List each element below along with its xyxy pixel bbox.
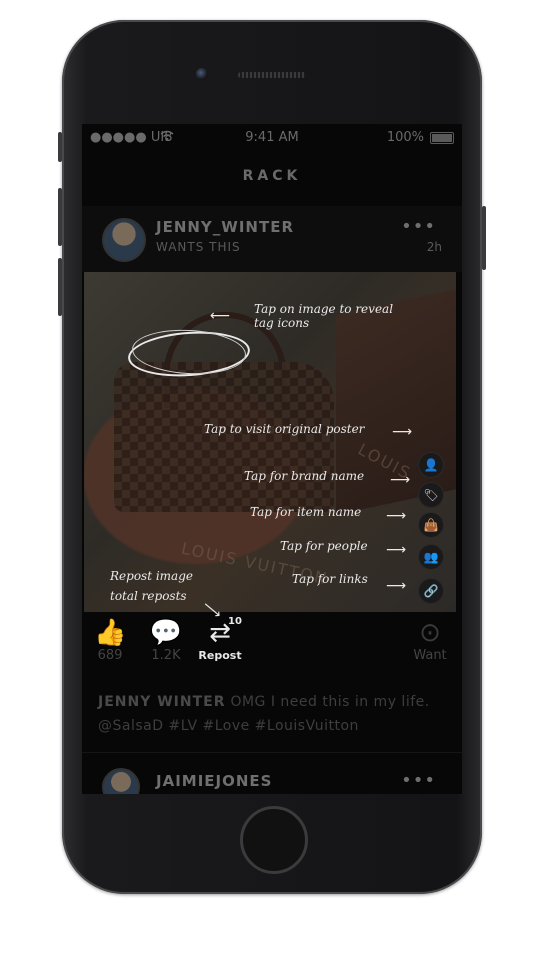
- user-tag-icon[interactable]: 👤: [418, 452, 444, 478]
- people-tag-icon[interactable]: 👥: [418, 544, 444, 570]
- more-options-icon[interactable]: •••: [401, 770, 436, 791]
- hint-brand-name: Tap for brand name: [244, 469, 365, 483]
- page-title: RACK: [242, 168, 302, 184]
- hint-people: Tap for people: [280, 539, 368, 553]
- comment-button[interactable]: 💬 1.2K: [146, 618, 186, 663]
- avatar[interactable]: [102, 768, 140, 794]
- arrow-icon: ⟶: [390, 472, 411, 488]
- battery-percent: 100%: [386, 130, 424, 145]
- avatar[interactable]: [102, 218, 146, 262]
- post-subtitle: WANTS THIS: [156, 240, 241, 254]
- arrow-icon: ⟶: [392, 424, 413, 440]
- item-tag-icon[interactable]: 👜: [418, 512, 444, 538]
- want-button[interactable]: ⊙ Want: [408, 618, 452, 663]
- like-count: 689: [97, 648, 123, 663]
- photo-bag-pattern: [114, 362, 334, 512]
- hint-reveal-tags: Tap on image to reveal tag icons: [254, 302, 394, 330]
- comment-count: 1.2K: [151, 648, 181, 663]
- arrow-icon: ⟵: [210, 308, 231, 324]
- app-screen: ●●●●● UI8 9:41 AM 100% RACK JENNY_WINTER…: [82, 124, 462, 794]
- front-camera: [196, 68, 208, 80]
- thumbs-up-icon: 👍: [94, 618, 127, 648]
- post-time: 2h: [426, 240, 442, 254]
- post-header: JENNY_WINTER WANTS THIS ••• 2h: [82, 206, 462, 272]
- speaker-grille: [238, 72, 306, 78]
- hint-repost: Repost image total reposts: [110, 569, 193, 603]
- more-options-icon[interactable]: •••: [401, 216, 436, 237]
- repost-label: Repost: [198, 649, 242, 662]
- post-caption: JENNY WINTER OMG I need this in my life.…: [98, 690, 446, 738]
- battery-icon: [430, 132, 454, 144]
- next-post-header: JAIMIEJONES •••: [82, 764, 462, 794]
- arrow-icon: ⟶: [386, 508, 407, 524]
- link-tag-icon[interactable]: 🔗: [418, 578, 444, 604]
- arrow-icon: ⟶: [386, 542, 407, 558]
- want-label: Want: [413, 648, 447, 663]
- post-divider: [82, 752, 462, 753]
- power-button: [482, 206, 486, 270]
- brand-tag-icon[interactable]: 🏷: [418, 482, 444, 508]
- post-photo[interactable]: LOUIS VUITTON LOUIS ⟵ Tap on image to re…: [84, 272, 456, 623]
- next-post-username[interactable]: JAIMIEJONES: [156, 772, 272, 790]
- volume-up-button: [58, 188, 62, 246]
- hint-item-name: Tap for item name: [250, 505, 362, 519]
- hint-links: Tap for links: [292, 572, 368, 586]
- caption-username[interactable]: JENNY WINTER: [98, 694, 225, 710]
- repost-count: 10: [228, 616, 242, 627]
- hint-original-poster: Tap to visit original poster: [204, 422, 365, 436]
- post-username[interactable]: JENNY_WINTER: [156, 218, 294, 236]
- status-bar: ●●●●● UI8 9:41 AM 100%: [90, 130, 454, 146]
- home-button[interactable]: [240, 806, 308, 874]
- post-actions: 👍 689 💬 1.2K ⇄ Repost 10 ⊙ Want: [82, 616, 462, 686]
- arrow-icon: ⟶: [386, 578, 407, 594]
- mute-switch: [58, 132, 62, 162]
- like-button[interactable]: 👍 689: [94, 618, 126, 663]
- download-circle-icon: ⊙: [419, 618, 441, 648]
- comment-icon: 💬: [149, 618, 183, 648]
- volume-down-button: [58, 258, 62, 316]
